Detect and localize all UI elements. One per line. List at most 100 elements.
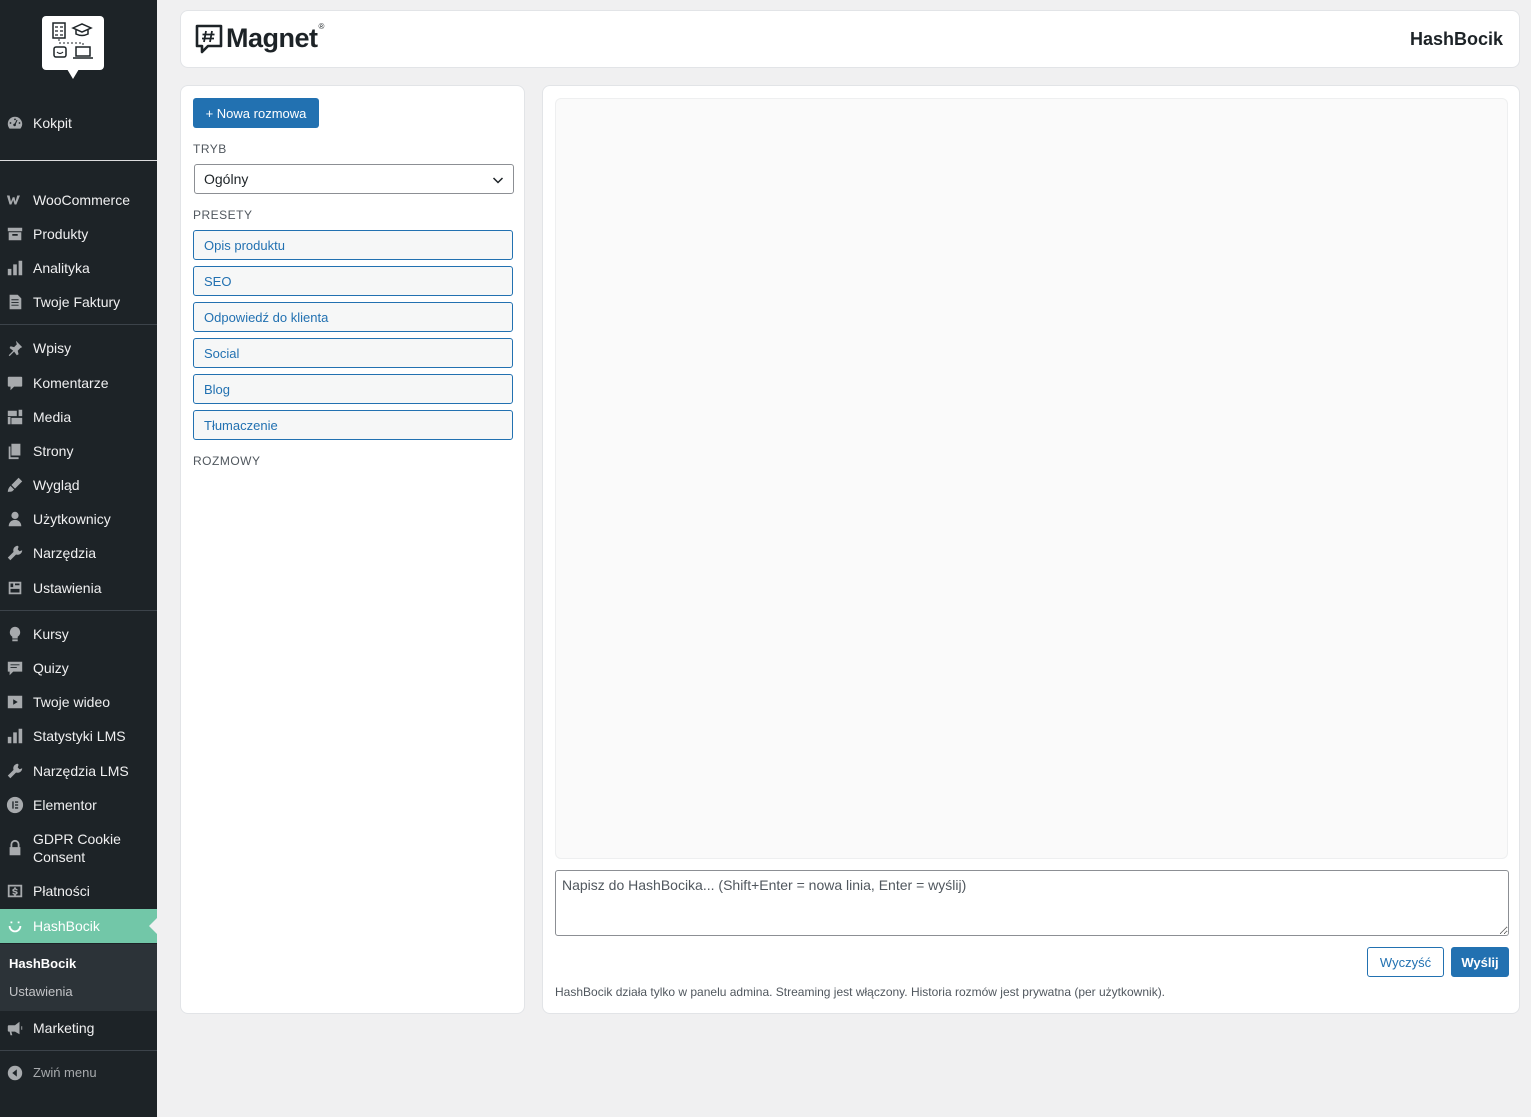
preset-button-odpowiedz-do-klienta[interactable]: Odpowiedź do klienta	[193, 302, 513, 332]
chat-panel: Wyczyść Wyślij HashBocik działa tylko w …	[542, 85, 1520, 1014]
media-icon	[6, 408, 24, 426]
sidebar-item-label: Elementor	[33, 797, 97, 813]
sidebar-item-label: Wygląd	[33, 477, 80, 493]
pin-icon	[6, 339, 24, 357]
sidebar-item-hashbocik[interactable]: HashBocik	[0, 909, 157, 943]
sidebar-item-label: Twoje Faktury	[33, 294, 121, 310]
megaphone-icon	[6, 1019, 24, 1037]
sidebar-item-label: Kursy	[33, 626, 69, 642]
messages-area[interactable]	[555, 98, 1508, 859]
document-icon	[6, 293, 24, 311]
bar-chart-icon	[6, 259, 24, 277]
sidebar-item-label: Twoje wideo	[33, 694, 111, 710]
education-logo-icon	[52, 22, 93, 59]
sidebar-item-platnosci[interactable]: Płatności	[0, 874, 157, 908]
sidebar-item-label: Media	[33, 409, 72, 425]
sidebar-item-label: Narzędzia	[33, 545, 97, 561]
page-title: HashBocik	[1409, 29, 1503, 49]
collapse-menu-button[interactable]: Zwiń menu	[0, 1060, 157, 1086]
dollar-icon	[6, 882, 24, 900]
user-icon	[6, 510, 24, 528]
sidebar-item-label: Użytkownicy	[33, 511, 111, 527]
sidebar-item-label: Narzędzia LMS	[33, 763, 129, 779]
sidebar-item-label: HashBocik	[33, 918, 100, 934]
sidebar-item-label: Analityka	[33, 260, 90, 276]
sidebar-item-label: Wpisy	[33, 340, 72, 356]
sidebar-item-label: Ustawienia	[33, 580, 102, 596]
sidebar-item-produkty[interactable]: Produkty	[0, 217, 157, 251]
hashtag-bubble-icon	[195, 24, 223, 54]
lightbulb-icon	[6, 625, 24, 643]
sidebar-item-label: Quizy	[33, 660, 69, 676]
menu-separator	[0, 610, 157, 611]
submenu-item-hashbocik[interactable]: HashBocik	[9, 956, 76, 971]
sidebar-item-ustawienia[interactable]: Ustawienia	[0, 571, 157, 605]
mode-select[interactable]: Ogólny	[194, 164, 514, 194]
wrench-icon	[6, 544, 24, 562]
preset-button-blog[interactable]: Blog	[193, 374, 513, 404]
info-footnote: HashBocik działa tylko w panelu admina. …	[555, 985, 1166, 999]
conversation-panel: + Nowa rozmowa TRYB Ogólny PRESETY Opis …	[180, 85, 525, 1014]
admin-sidebar: Kokpit WooCommerce Produkty Analityka Tw…	[0, 0, 157, 1117]
brush-icon	[6, 476, 24, 494]
quiz-icon	[6, 659, 24, 677]
sidebar-item-kursy[interactable]: Kursy	[0, 617, 157, 651]
sidebar-item-gdpr-cookie-consent[interactable]: GDPR Cookie Consent	[0, 830, 157, 866]
sidebar-item-statystyki-lms[interactable]: Statystyki LMS	[0, 719, 157, 753]
send-button[interactable]: Wyślij	[1451, 947, 1509, 977]
sidebar-item-media[interactable]: Media	[0, 400, 157, 434]
woocommerce-icon	[6, 191, 24, 209]
sidebar-item-wyglad[interactable]: Wygląd	[0, 468, 157, 502]
sidebar-item-label: Produkty	[33, 226, 89, 242]
conversations-label: ROZMOWY	[193, 454, 261, 468]
mode-selected-value: Ogólny	[204, 171, 249, 187]
sidebar-item-kokpit[interactable]: Kokpit	[0, 106, 157, 140]
preset-button-tlumaczenie[interactable]: Tłumaczenie	[193, 410, 513, 440]
preset-button-opis-produktu[interactable]: Opis produktu	[193, 230, 513, 260]
sidebar-item-marketing[interactable]: Marketing	[0, 1011, 157, 1045]
preset-button-seo[interactable]: SEO	[193, 266, 513, 296]
sidebar-item-wpisy[interactable]: Wpisy	[0, 331, 157, 365]
sidebar-item-narzedzia-lms[interactable]: Narzędzia LMS	[0, 754, 157, 788]
sidebar-item-analityka[interactable]: Analityka	[0, 251, 157, 285]
sidebar-item-strony[interactable]: Strony	[0, 434, 157, 468]
clear-button[interactable]: Wyczyść	[1367, 947, 1444, 977]
sidebar-item-twoje-faktury[interactable]: Twoje Faktury	[0, 285, 157, 319]
submenu-item-ustawienia[interactable]: Ustawienia	[9, 984, 73, 999]
comment-icon	[6, 374, 24, 392]
sidebar-item-label: GDPR Cookie Consent	[33, 831, 121, 865]
sidebar-item-quizy[interactable]: Quizy	[0, 651, 157, 685]
sidebar-item-uzytkownicy[interactable]: Użytkownicy	[0, 502, 157, 536]
mode-label: TRYB	[193, 142, 227, 156]
brand-name: Magnet	[226, 23, 318, 53]
sidebar-item-twoje-wideo[interactable]: Twoje wideo	[0, 685, 157, 719]
bar-chart-icon	[6, 727, 24, 745]
sidebar-item-label: Komentarze	[33, 375, 109, 391]
menu-separator	[0, 160, 157, 161]
collapse-menu-label: Zwiń menu	[33, 1065, 97, 1080]
preset-button-social[interactable]: Social	[193, 338, 513, 368]
site-logo[interactable]	[42, 16, 104, 79]
menu-separator	[0, 324, 157, 325]
sidebar-item-label: Marketing	[33, 1020, 95, 1036]
archive-icon	[6, 225, 24, 243]
presets-label: PRESETY	[193, 208, 253, 222]
hashbocik-submenu: HashBocik Ustawienia	[0, 944, 157, 1011]
chevron-down-icon	[492, 173, 504, 185]
collapse-arrow-icon	[6, 1064, 24, 1082]
sidebar-item-narzedzia[interactable]: Narzędzia	[0, 536, 157, 570]
sidebar-item-woocommerce[interactable]: WooCommerce	[0, 183, 157, 217]
lock-icon	[6, 839, 24, 857]
pages-icon	[6, 442, 24, 460]
brand-logo: Magnet ®	[195, 22, 324, 54]
sidebar-item-elementor[interactable]: Elementor	[0, 788, 157, 822]
video-icon	[6, 693, 24, 711]
new-conversation-button[interactable]: + Nowa rozmowa	[193, 98, 319, 128]
sidebar-item-label: Statystyki LMS	[33, 728, 126, 744]
sidebar-item-label: Kokpit	[33, 115, 72, 131]
smile-icon	[6, 917, 24, 935]
sidebar-item-komentarze[interactable]: Komentarze	[0, 366, 157, 400]
wrench-icon	[6, 762, 24, 780]
message-input[interactable]	[555, 870, 1509, 936]
settings-icon	[6, 579, 24, 597]
